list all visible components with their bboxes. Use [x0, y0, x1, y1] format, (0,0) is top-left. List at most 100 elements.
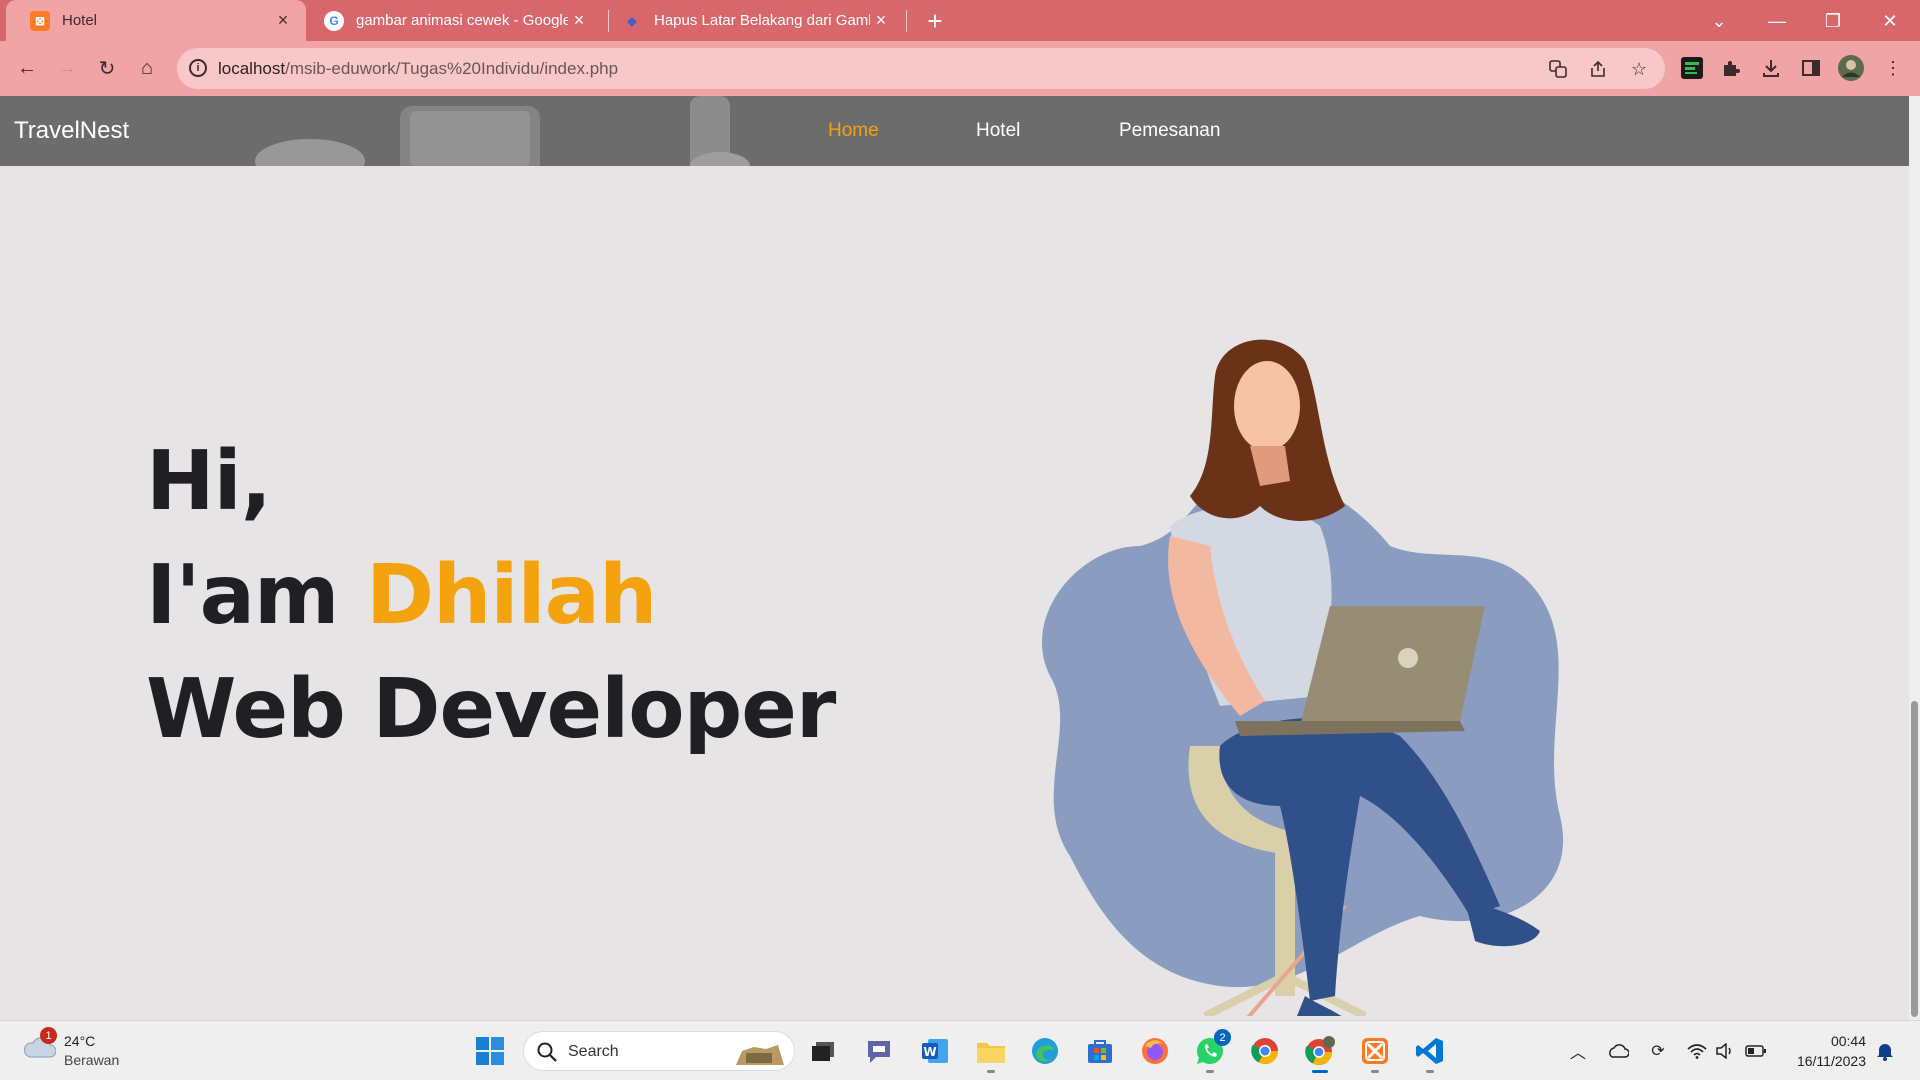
tab-close-icon[interactable]: ×: [568, 10, 590, 32]
new-tab-button[interactable]: +: [922, 6, 948, 36]
battery-icon[interactable]: [1745, 1040, 1767, 1062]
site-info-icon[interactable]: i: [189, 59, 207, 77]
bookmark-star-icon[interactable]: ☆: [1628, 58, 1650, 80]
scrollbar-thumb[interactable]: [1911, 701, 1918, 1017]
taskbar-teams-chat[interactable]: [859, 1031, 899, 1071]
tab-close-icon[interactable]: ×: [870, 10, 892, 32]
taskbar-vscode[interactable]: [1410, 1031, 1450, 1073]
forward-button[interactable]: →: [53, 54, 81, 82]
onedrive-cloud-icon[interactable]: [1607, 1040, 1629, 1062]
taskbar-file-explorer[interactable]: [971, 1031, 1011, 1073]
remove-bg-favicon-icon: ◆: [627, 13, 637, 28]
running-indicator: [1371, 1070, 1379, 1073]
windows-taskbar: 1 24°C Berawan Search W 2 ︿ ⟳ 00:44 16/1…: [0, 1020, 1920, 1080]
reload-button[interactable]: ↻: [93, 54, 121, 82]
tab-title: Hapus Latar Belakang dari Gamb: [654, 12, 870, 29]
hero-role: Web Developer: [146, 662, 836, 757]
system-clock[interactable]: 00:44 16/11/2023: [1786, 1031, 1866, 1071]
taskbar-search[interactable]: Search: [523, 1031, 795, 1071]
page-scrollbar[interactable]: [1909, 96, 1920, 1020]
running-indicator: [1206, 1070, 1214, 1073]
url-host: localhost: [218, 59, 286, 78]
side-panel-icon[interactable]: [1798, 55, 1824, 81]
site-brand[interactable]: TravelNest: [14, 117, 129, 145]
tray-overflow-chevron-icon[interactable]: ︿: [1567, 1040, 1589, 1062]
nav-link-hotel[interactable]: Hotel: [976, 120, 1020, 142]
tab-strip: ⊠ Hotel × G gambar animasi cewek - Googl…: [0, 0, 1920, 41]
hero-intro: I'am Dhilah: [146, 548, 657, 643]
notification-bell-icon[interactable]: [1874, 1040, 1896, 1062]
minimize-button[interactable]: —: [1762, 6, 1792, 36]
weather-notification-badge: 1: [40, 1027, 57, 1044]
teams-chat-icon: [868, 1041, 890, 1063]
woman-with-laptop-illustration: [1042, 339, 1564, 1016]
word-icon: W: [922, 1039, 948, 1063]
url-path: /msib-eduwork/Tugas%20Individu/index.php: [285, 59, 619, 78]
nav-link-pemesanan[interactable]: Pemesanan: [1119, 120, 1220, 142]
taskbar-microsoft-store[interactable]: [1080, 1031, 1120, 1071]
clock-date: 16/11/2023: [1796, 1053, 1866, 1069]
tab-remove-background[interactable]: ◆ Hapus Latar Belakang dari Gamb ×: [612, 0, 904, 41]
address-bar[interactable]: i localhost/msib-eduwork/Tugas%20Individ…: [177, 48, 1665, 89]
chrome-icon: [1251, 1038, 1279, 1065]
chrome-profile-icon: [1305, 1036, 1335, 1066]
tab-title: Hotel: [62, 12, 98, 29]
taskbar-chrome[interactable]: [1245, 1031, 1285, 1071]
profile-avatar[interactable]: [1838, 55, 1864, 81]
extensions-puzzle-icon[interactable]: [1718, 55, 1744, 81]
search-highlight-image: [736, 1045, 784, 1065]
tab-search-chevron-icon[interactable]: ⌄: [1704, 6, 1734, 36]
hero-name: Dhilah: [365, 548, 657, 643]
weather-condition: Berawan: [64, 1052, 120, 1068]
active-window-indicator: [1312, 1070, 1328, 1073]
search-label: Search: [568, 1043, 619, 1060]
restore-button[interactable]: ❐: [1818, 6, 1848, 36]
tab-title: gambar animasi cewek - Google: [356, 12, 568, 29]
task-view-icon: [812, 1042, 834, 1061]
search-icon: [537, 1042, 557, 1062]
firefox-icon: [1142, 1038, 1168, 1064]
browser-menu-icon[interactable]: ⋮: [1880, 55, 1906, 81]
running-indicator: [987, 1070, 995, 1073]
home-button[interactable]: ⌂: [133, 54, 161, 82]
google-favicon-icon: G: [324, 10, 344, 31]
svg-text:W: W: [923, 1045, 936, 1059]
taskbar-edge[interactable]: [1025, 1031, 1065, 1071]
weather-temperature: 24°C: [64, 1033, 96, 1049]
page-viewport: TravelNest Home Hotel Pemesanan Hi, I'am…: [0, 96, 1920, 1020]
start-button[interactable]: [470, 1031, 510, 1071]
site-navbar: TravelNest Home Hotel Pemesanan: [0, 96, 1909, 166]
nav-link-home[interactable]: Home: [828, 120, 879, 142]
weather-widget[interactable]: 1 24°C Berawan: [22, 1027, 119, 1068]
hero-intro-prefix: I'am: [146, 548, 366, 643]
task-view-button[interactable]: [803, 1031, 843, 1071]
file-explorer-icon: [977, 1043, 1005, 1063]
volume-icon[interactable]: [1714, 1040, 1736, 1062]
taskbar-firefox[interactable]: [1135, 1031, 1175, 1071]
url-text[interactable]: localhost/msib-eduwork/Tugas%20Individu/…: [218, 59, 618, 79]
sync-icon[interactable]: ⟳: [1647, 1040, 1669, 1062]
close-window-button[interactable]: ✕: [1875, 6, 1905, 36]
taskbar-word[interactable]: W: [915, 1031, 955, 1071]
whatsapp-notification-badge: 2: [1214, 1029, 1231, 1046]
share-icon[interactable]: [1587, 58, 1609, 80]
wifi-icon[interactable]: [1686, 1040, 1708, 1062]
windows-logo-icon: [476, 1037, 504, 1065]
download-icon[interactable]: [1758, 55, 1784, 81]
edge-icon: [1032, 1038, 1058, 1064]
browser-toolbar: ← → ↻ ⌂ i localhost/msib-eduwork/Tugas%2…: [0, 41, 1920, 96]
tab-separator: [608, 10, 609, 32]
tab-close-icon[interactable]: ×: [272, 10, 294, 32]
taskbar-xampp[interactable]: [1355, 1031, 1395, 1073]
taskbar-chrome-profile[interactable]: [1300, 1031, 1340, 1073]
clock-time: 00:44: [1830, 1033, 1866, 1049]
bulk-send-extension-icon[interactable]: [1679, 55, 1705, 81]
translate-icon[interactable]: [1547, 58, 1569, 80]
tab-google-search[interactable]: G gambar animasi cewek - Google ×: [312, 0, 602, 41]
back-button[interactable]: ←: [13, 54, 41, 82]
tab-hotel[interactable]: ⊠ Hotel ×: [6, 0, 306, 41]
taskbar-whatsapp[interactable]: 2: [1190, 1029, 1231, 1073]
tab-separator: [906, 10, 907, 32]
running-indicator: [1426, 1070, 1434, 1073]
xampp-icon: [1362, 1038, 1388, 1064]
